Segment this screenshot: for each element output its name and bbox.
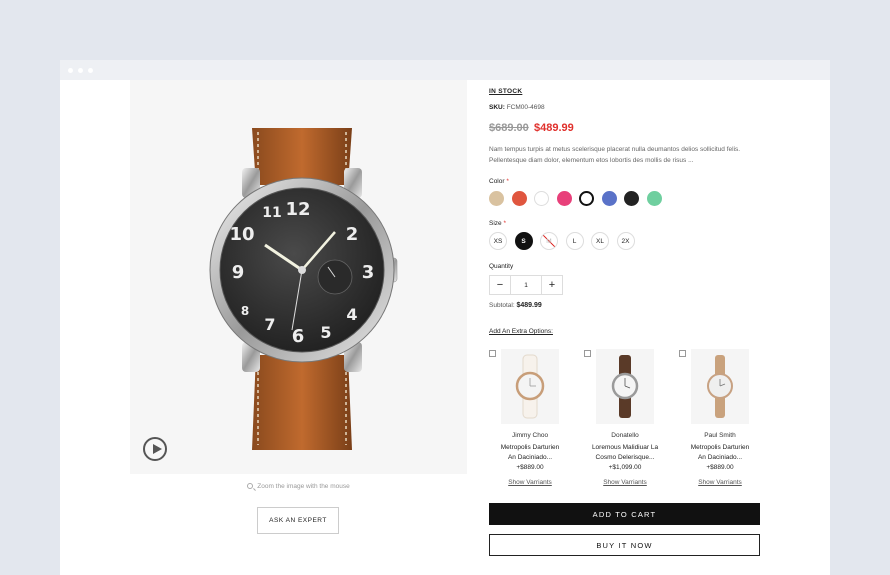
color-swatch[interactable]: [511, 191, 527, 206]
show-variants-link[interactable]: Show Varriants: [489, 479, 571, 486]
dial-numeral: 8: [241, 304, 249, 318]
extra-option-item: Paul Smith Metropolis Darturien An Dacini…: [679, 349, 774, 494]
extra-option-name-line: An Daciniado...: [697, 454, 743, 461]
size-option[interactable]: XL: [591, 232, 609, 250]
subtotal-value: $489.99: [516, 302, 542, 309]
play-video-icon[interactable]: [143, 437, 167, 461]
quantity-stepper: − 1 +: [489, 275, 563, 295]
extra-option-price: +$889.00: [706, 464, 734, 471]
ask-expert-button[interactable]: ASK AN EXPERT: [257, 507, 339, 534]
product-watch-image: 12 2 3 4 5 6 7 8 9 10 11: [209, 128, 398, 450]
window-titlebar: [60, 60, 830, 80]
extra-option-checkbox[interactable]: [679, 350, 686, 357]
size-option[interactable]: L: [565, 232, 584, 250]
color-label: Color *: [489, 178, 509, 185]
search-icon: [247, 483, 254, 489]
add-to-cart-button[interactable]: ADD TO CART: [489, 503, 760, 525]
required-mark: *: [506, 178, 509, 185]
sku-value: FCM00-4698: [506, 104, 545, 111]
dial-numeral: 4: [346, 305, 357, 324]
subtotal: Subtotal: $489.99: [489, 302, 542, 309]
subtotal-label: Subtotal:: [489, 302, 515, 309]
brown-strap-watch-icon: [596, 349, 654, 424]
extra-option-price: +$889.00: [516, 464, 544, 471]
dial-numeral: 2: [346, 224, 359, 245]
zoom-hint: Zoom the image with the mouse: [130, 483, 467, 490]
color-swatch[interactable]: [624, 191, 639, 206]
size-option[interactable]: 2X: [616, 232, 635, 250]
quantity-label: Quantity: [489, 263, 514, 270]
color-swatch[interactable]: [579, 191, 594, 206]
extra-option-brand: Jimmy Choo: [511, 432, 549, 439]
dial-numeral: 3: [362, 262, 375, 283]
white-strap-watch-icon: [501, 349, 559, 424]
buy-now-button[interactable]: BUY IT NOW: [489, 534, 760, 556]
extra-option-name[interactable]: Metropolis Darturien An Daciniado...: [679, 443, 761, 463]
tan-strap-watch-icon: [691, 349, 749, 424]
show-variants-link[interactable]: Show Varriants: [679, 479, 761, 486]
color-swatch[interactable]: [489, 191, 504, 206]
dial-numeral: 12: [285, 199, 310, 220]
size-label: Size *: [489, 220, 506, 227]
size-option[interactable]: S: [514, 232, 533, 250]
zoom-hint-text: Zoom the image with the mouse: [257, 483, 350, 490]
dial-numeral: 6: [292, 326, 305, 347]
stock-status: IN STOCK: [489, 88, 523, 95]
show-variants-link[interactable]: Show Varriants: [584, 479, 666, 486]
sale-price: $489.99: [534, 122, 574, 134]
size-option[interactable]: M: [540, 232, 558, 250]
window-dot-icon: [78, 68, 83, 73]
product-gallery[interactable]: 12 2 3 4 5 6 7 8 9 10 11: [130, 80, 467, 474]
extra-option-name-line: Metropolis Darturien: [500, 444, 560, 451]
sku: SKU: FCM00-4698: [489, 104, 545, 111]
extra-option-name-line: Cosmo Delerisque...: [595, 454, 655, 461]
dial-numeral: 9: [232, 262, 245, 283]
dial-numeral: 7: [264, 315, 275, 334]
extra-option-checkbox[interactable]: [489, 350, 496, 357]
extra-option-price: +$1,099.00: [608, 464, 642, 471]
product-description: Nam tempus turpis at metus scelerisque p…: [489, 146, 741, 164]
extra-options-label: Add An Extra Options:: [489, 328, 553, 335]
size-option[interactable]: XS: [489, 232, 507, 250]
size-label-text: Size: [489, 220, 502, 227]
browser-window: 12 2 3 4 5 6 7 8 9 10 11 Zoom the image …: [60, 60, 830, 575]
extra-option-item: Jimmy Choo Metropolis Darturien An Dacini…: [489, 349, 584, 494]
extra-option-checkbox[interactable]: [584, 350, 591, 357]
color-swatch[interactable]: [601, 191, 617, 206]
color-swatch[interactable]: [646, 191, 662, 206]
extra-option-brand: Paul Smith: [704, 432, 736, 439]
color-swatch[interactable]: [534, 191, 549, 206]
window-dot-icon: [88, 68, 93, 73]
old-price: $689.00: [489, 122, 529, 134]
quantity-input[interactable]: 1: [510, 276, 542, 294]
required-mark: *: [503, 220, 506, 227]
plus-icon[interactable]: +: [542, 276, 562, 294]
extra-option-name-line: Loremous Malidiuar La: [591, 444, 659, 451]
extra-option-name-line: Metropolis Darturien: [690, 444, 750, 451]
extra-option-name-line: An Daciniado...: [507, 454, 553, 461]
extra-option-name[interactable]: Metropolis Darturien An Daciniado...: [489, 443, 571, 463]
dial-numeral: 11: [262, 205, 281, 221]
extra-option-item: Donatello Loremous Malidiuar La Cosmo Del…: [584, 349, 679, 494]
dial-numeral: 10: [229, 224, 254, 245]
extra-option-name[interactable]: Loremous Malidiuar La Cosmo Delerisque...: [584, 443, 666, 463]
minus-icon[interactable]: −: [490, 276, 510, 294]
sku-label: SKU:: [489, 104, 505, 111]
color-swatch[interactable]: [556, 191, 572, 206]
window-dot-icon: [68, 68, 73, 73]
dial-numeral: 5: [320, 323, 331, 342]
color-label-text: Color: [489, 178, 505, 185]
extra-option-brand: Donatello: [611, 432, 639, 439]
